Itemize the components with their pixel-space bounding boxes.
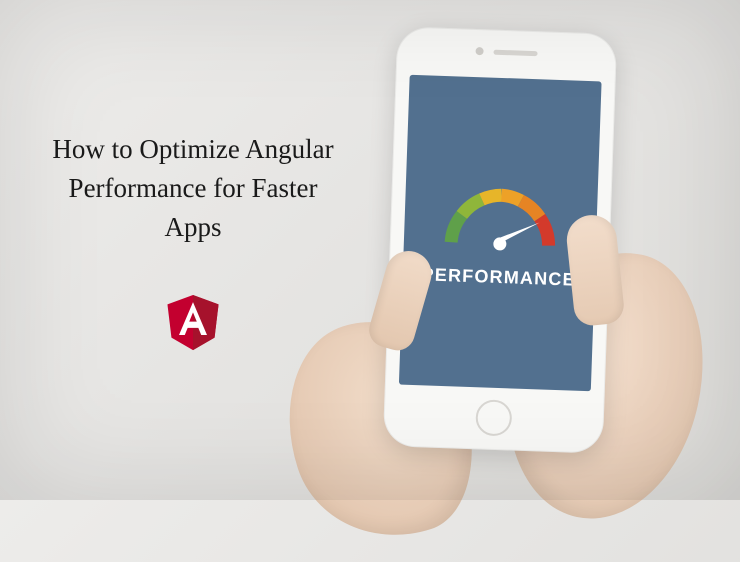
phone-camera-icon — [475, 47, 483, 55]
performance-label: PERFORMANCE — [421, 264, 576, 290]
angular-logo-icon — [165, 295, 221, 355]
right-thumb — [564, 213, 625, 328]
performance-gauge-icon — [435, 176, 568, 255]
phone-speaker-icon — [493, 49, 537, 56]
phone-held-in-hands: PERFORMANCE — [300, 20, 680, 500]
phone-top-sensors — [475, 47, 537, 57]
phone-home-button-icon — [475, 399, 512, 436]
